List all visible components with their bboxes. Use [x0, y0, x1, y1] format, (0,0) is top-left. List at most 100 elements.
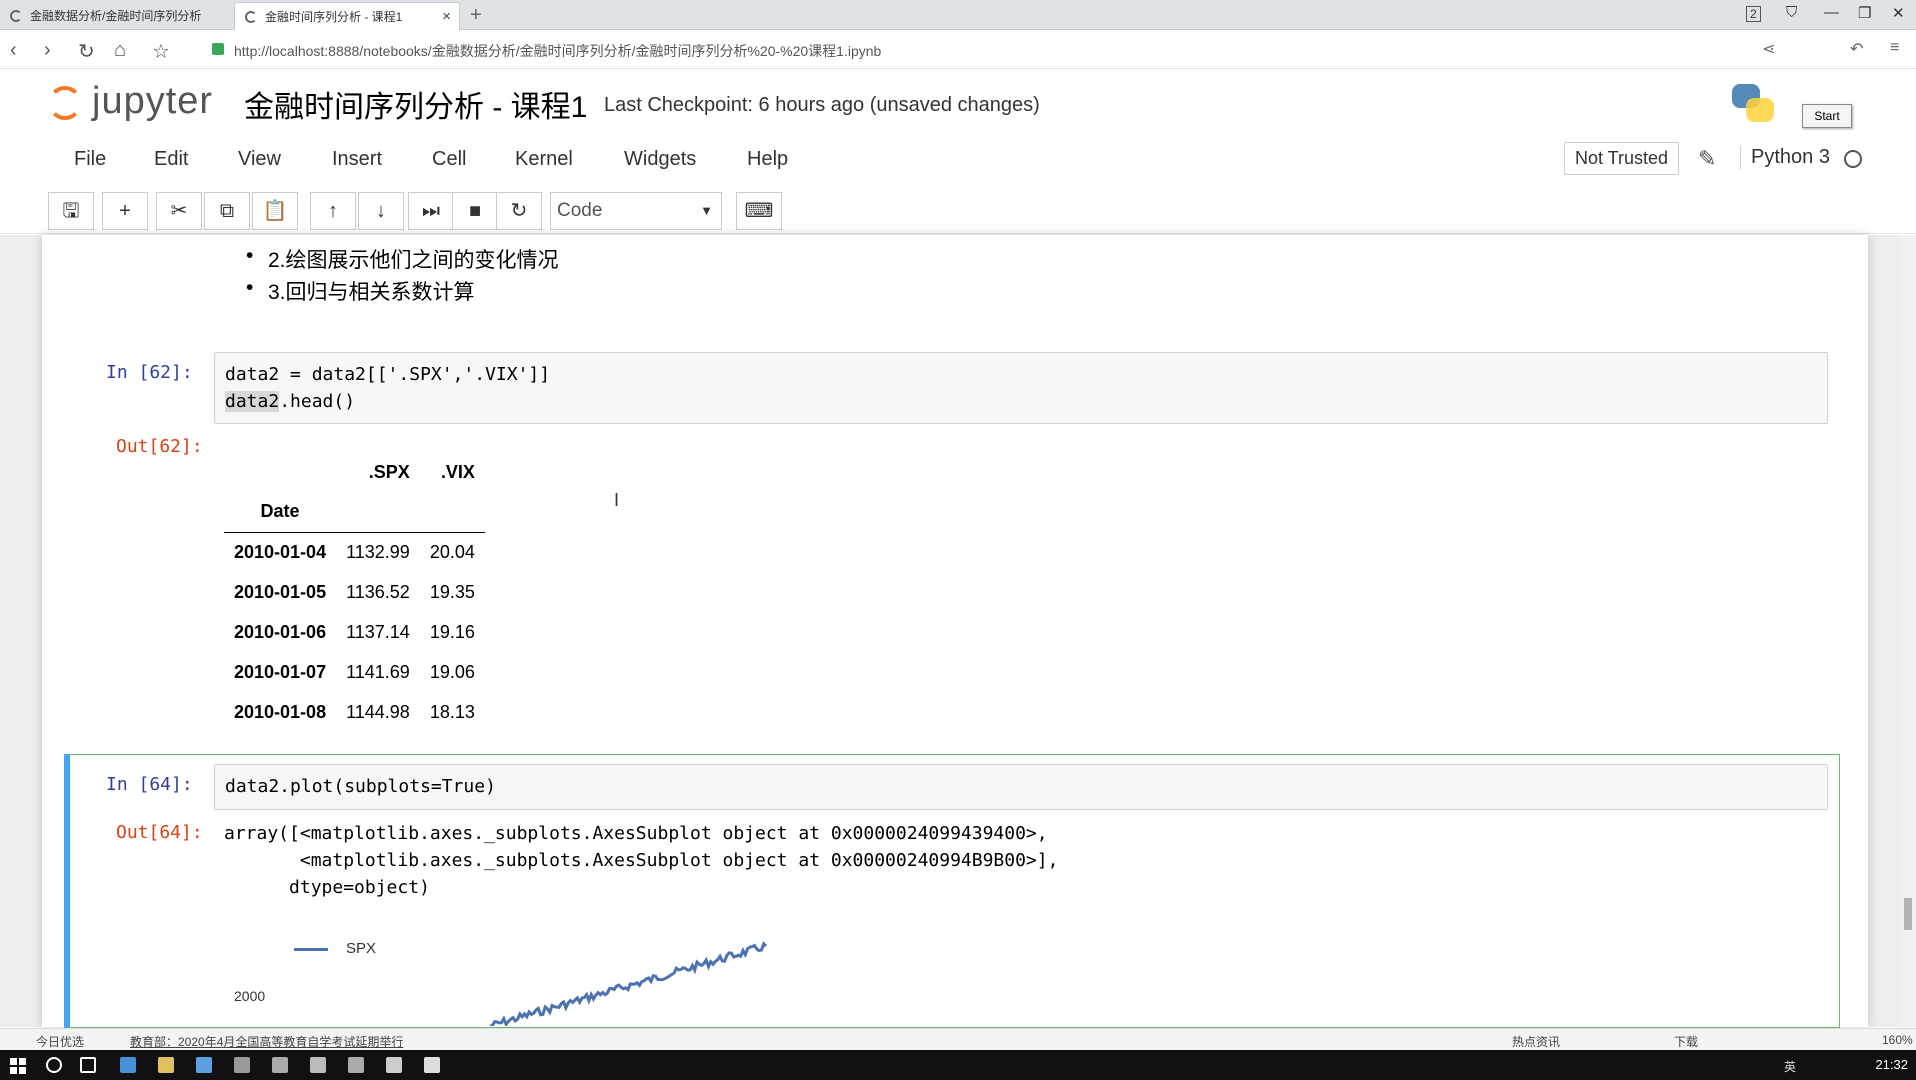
column-header: .VIX — [440, 461, 475, 482]
python-logo-icon — [1732, 84, 1776, 122]
output-prompt: Out[64]: — [116, 822, 203, 843]
cell-type-value: Code — [557, 200, 603, 221]
spx-line-chart — [489, 941, 768, 1026]
pencil-icon[interactable]: ✎ — [1698, 146, 1716, 172]
refresh-icon[interactable]: ↻ — [78, 39, 95, 64]
app-icon[interactable] — [310, 1057, 326, 1073]
cell-spx: 1141.69 — [346, 661, 410, 682]
menu-file[interactable]: File — [74, 148, 106, 171]
table-row: 2010-01-05 1136.52 19.35 — [224, 572, 485, 612]
close-tab-icon[interactable]: × — [442, 3, 451, 30]
spx-series-line — [489, 941, 768, 1026]
bookmark-star-icon[interactable]: ☆ — [152, 39, 170, 64]
search-icon[interactable] — [46, 1057, 62, 1073]
close-window-icon[interactable]: ✕ — [1892, 4, 1905, 22]
app-icon[interactable] — [234, 1057, 250, 1073]
notebook-title[interactable]: 金融时间序列分析 - 课程1 — [244, 82, 587, 126]
cut-icon[interactable]: ✂ — [156, 192, 202, 230]
start-button[interactable]: Start — [1802, 104, 1852, 128]
status-recommend[interactable]: 今日优选 — [36, 1033, 84, 1050]
menu-edit[interactable]: Edit — [154, 148, 188, 171]
undo-icon[interactable]: ↶ — [1850, 39, 1863, 59]
plus-icon[interactable]: + — [102, 192, 148, 230]
cell-spx: 1137.14 — [346, 621, 410, 642]
keyboard-icon[interactable]: ⌨ — [736, 192, 782, 230]
home-icon[interactable]: ⌂ — [114, 39, 126, 62]
jupyter-logo[interactable]: jupyter — [48, 80, 218, 122]
code-input[interactable]: data2.plot(subplots=True) — [214, 764, 1828, 810]
secure-icon — [212, 43, 224, 55]
code-text: .head() — [279, 391, 356, 412]
menu-icon[interactable]: ≡ — [1890, 39, 1899, 57]
forward-icon[interactable]: › — [44, 39, 51, 62]
os-taskbar: 英 21:32 — [0, 1050, 1916, 1080]
menu-cell[interactable]: Cell — [432, 148, 466, 171]
kernel-name: Python 3 — [1740, 146, 1830, 169]
status-download[interactable]: 下载 — [1674, 1033, 1698, 1050]
task-view-icon[interactable] — [80, 1057, 96, 1073]
windows-start-icon[interactable] — [10, 1058, 26, 1074]
browser-tab-bar: 金融数据分析/金融时间序列分析 金融时间序列分析 - 课程1 × + 2 ⛉ —… — [0, 0, 1916, 30]
save-icon[interactable]: 🖫 — [48, 192, 94, 230]
scrollbar-thumb[interactable] — [1904, 898, 1912, 930]
menu-insert[interactable]: Insert — [332, 148, 382, 171]
arrow-up-icon[interactable]: ↑ — [310, 192, 356, 230]
loading-icon — [245, 11, 257, 23]
menu-view[interactable]: View — [238, 148, 281, 171]
browser-tab-active[interactable]: 金融时间序列分析 - 课程1 × — [234, 2, 460, 30]
menu-widgets[interactable]: Widgets — [624, 148, 696, 171]
trust-status-button[interactable]: Not Trusted — [1564, 142, 1680, 175]
kernel-idle-icon — [1844, 150, 1862, 168]
output-prompt: Out[62]: — [116, 436, 203, 457]
browser-tab-inactive[interactable]: 金融数据分析/金融时间序列分析 — [0, 2, 232, 30]
menu-help[interactable]: Help — [747, 148, 788, 171]
status-hot-news[interactable]: 热点资讯 — [1512, 1033, 1560, 1050]
stop-icon[interactable]: ■ — [452, 192, 498, 230]
cell-type-select[interactable]: Code ▼ — [550, 192, 722, 230]
code-input[interactable]: data2 = data2[['.SPX','.VIX']] data2.head… — [214, 352, 1828, 424]
restore-icon[interactable]: ❐ — [1858, 4, 1871, 22]
shirt-icon[interactable]: ⛉ — [1786, 4, 1797, 21]
list-item: 3.回归与相关系数计算 — [246, 276, 559, 308]
checkpoint-status: Last Checkpoint: 6 hours ago (unsaved ch… — [604, 94, 1040, 116]
ime-indicator[interactable]: 英 — [1784, 1058, 1796, 1075]
index-name: Date — [224, 492, 337, 533]
row-date: 2010-01-07 — [234, 661, 327, 682]
back-icon[interactable]: ‹ — [10, 39, 17, 62]
index-header-blank — [224, 452, 336, 492]
menu-kernel[interactable]: Kernel — [515, 148, 573, 171]
markdown-list: 2.绘图展示他们之间的变化情况 3.回归与相关系数计算 — [246, 244, 559, 308]
browser-app-icon[interactable] — [120, 1057, 136, 1073]
tab-count-badge[interactable]: 2 — [1746, 6, 1761, 22]
zoom-level[interactable]: 160% — [1882, 1033, 1913, 1047]
app-icon[interactable] — [272, 1057, 288, 1073]
folder-app-icon[interactable] — [158, 1057, 174, 1073]
run-icon[interactable]: ⏭ — [408, 192, 454, 230]
restart-icon[interactable]: ↻ — [496, 192, 542, 230]
app-icon[interactable] — [348, 1057, 364, 1073]
new-tab-button[interactable]: + — [470, 2, 482, 28]
cell-spx: 1132.99 — [346, 541, 410, 562]
copy-icon[interactable]: ⧉ — [204, 192, 250, 230]
app-icon[interactable] — [196, 1057, 212, 1073]
jupyter-logo-icon — [48, 86, 82, 120]
cell-output-text: array([<matplotlib.axes._subplots.AxesSu… — [224, 820, 1058, 901]
share-icon[interactable]: ⋖ — [1762, 39, 1775, 59]
notebook-toolbar: 🖫 + ✂ ⧉ 📋 ↑ ↓ ⏭ ■ ↻ Code ▼ ⌨ — [0, 190, 1916, 234]
input-prompt: In [64]: — [106, 774, 193, 795]
cell-spx: 1144.98 — [346, 701, 410, 722]
arrow-down-icon[interactable]: ↓ — [358, 192, 404, 230]
code-line: data2 = data2[['.SPX','.VIX']] — [225, 364, 551, 385]
app-icon[interactable] — [386, 1057, 402, 1073]
highlighted-var: data2 — [225, 391, 280, 412]
table-row: 2010-01-08 1144.98 18.13 — [224, 692, 485, 732]
taskbar-clock[interactable]: 21:32 — [1875, 1057, 1908, 1072]
status-news-link[interactable]: 教育部：2020年4月全国高等教育自学考试延期举行 — [130, 1033, 403, 1050]
dataframe-table: .SPX .VIX Date 2010-01-04 1132.99 20.04 … — [224, 452, 485, 732]
minimize-icon[interactable]: — — [1824, 4, 1839, 21]
table-row: 2010-01-04 1132.99 20.04 — [224, 532, 485, 572]
app-icon[interactable] — [424, 1057, 440, 1073]
url-input[interactable]: http://localhost:8888/notebooks/金融数据分析/金… — [234, 41, 881, 61]
cell-vix: 18.13 — [429, 701, 475, 722]
paste-icon[interactable]: 📋 — [252, 192, 298, 230]
